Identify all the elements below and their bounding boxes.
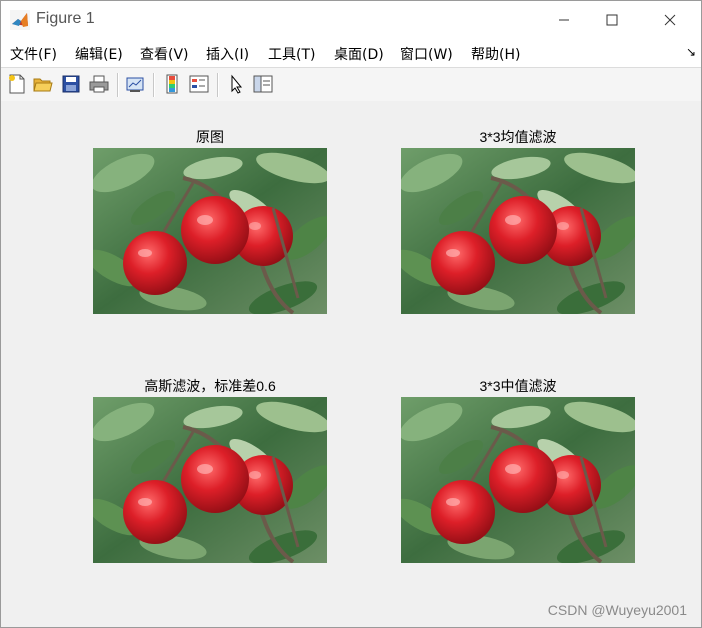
- menu-edit[interactable]: 编辑(E): [75, 44, 123, 64]
- minimize-icon: [559, 19, 569, 21]
- toolbar-separator: [217, 73, 219, 97]
- subplot-image-original: [93, 148, 327, 314]
- title-bar: Figure 1: [1, 1, 701, 39]
- menu-file[interactable]: 文件(F): [10, 44, 57, 64]
- dock-arrow-icon[interactable]: ↘: [686, 45, 696, 59]
- print-icon[interactable]: [88, 73, 110, 95]
- matlab-icon: [10, 10, 30, 30]
- figure-window: Figure 1 文件(F) 编辑(E) 查看(V) 插入(I) 工具(T) 桌…: [0, 0, 702, 628]
- toolbar-separator: [153, 73, 155, 97]
- menu-window[interactable]: 窗口(W): [400, 44, 453, 64]
- new-figure-icon[interactable]: [6, 73, 28, 95]
- subplot-title-original: 原图: [196, 129, 224, 145]
- open-file-icon[interactable]: [32, 73, 54, 95]
- menu-bar: 文件(F) 编辑(E) 查看(V) 插入(I) 工具(T) 桌面(D) 窗口(W…: [1, 39, 701, 67]
- legend-icon[interactable]: [188, 73, 210, 95]
- subplot-image-median-filter: [401, 397, 635, 563]
- property-editor-icon[interactable]: [252, 73, 274, 95]
- menu-tools[interactable]: 工具(T): [268, 44, 315, 64]
- menu-desktop[interactable]: 桌面(D): [334, 44, 384, 64]
- save-icon[interactable]: [60, 73, 82, 95]
- subplot-title-gaussian-filter: 高斯滤波，标准差0.6: [144, 378, 276, 394]
- close-button[interactable]: [647, 1, 693, 39]
- window-title: Figure 1: [36, 10, 95, 27]
- subplot-title-mean-filter: 3*3均值滤波: [479, 129, 557, 145]
- colorbar-icon[interactable]: [161, 73, 183, 95]
- watermark: CSDN @Wuyeyu2001: [547, 602, 687, 618]
- pointer-icon[interactable]: [225, 73, 247, 95]
- maximize-button[interactable]: [589, 1, 635, 39]
- link-plot-icon[interactable]: [124, 73, 146, 95]
- figure-canvas: 原图 3*3均值滤波 高斯滤波，标准差0.6 3*3中值滤波 CSDN @Wuy…: [1, 101, 701, 627]
- subplot-image-gaussian-filter: [93, 397, 327, 563]
- subplot-title-median-filter: 3*3中值滤波: [479, 378, 557, 394]
- close-icon: [664, 14, 676, 26]
- maximize-icon: [606, 14, 618, 26]
- menu-help[interactable]: 帮助(H): [471, 44, 520, 64]
- subplot-image-mean-filter: [401, 148, 635, 314]
- minimize-button[interactable]: [541, 1, 587, 39]
- menu-insert[interactable]: 插入(I): [206, 44, 249, 64]
- menu-view[interactable]: 查看(V): [140, 44, 189, 64]
- figure-toolbar: [1, 67, 701, 102]
- toolbar-separator: [117, 73, 119, 97]
